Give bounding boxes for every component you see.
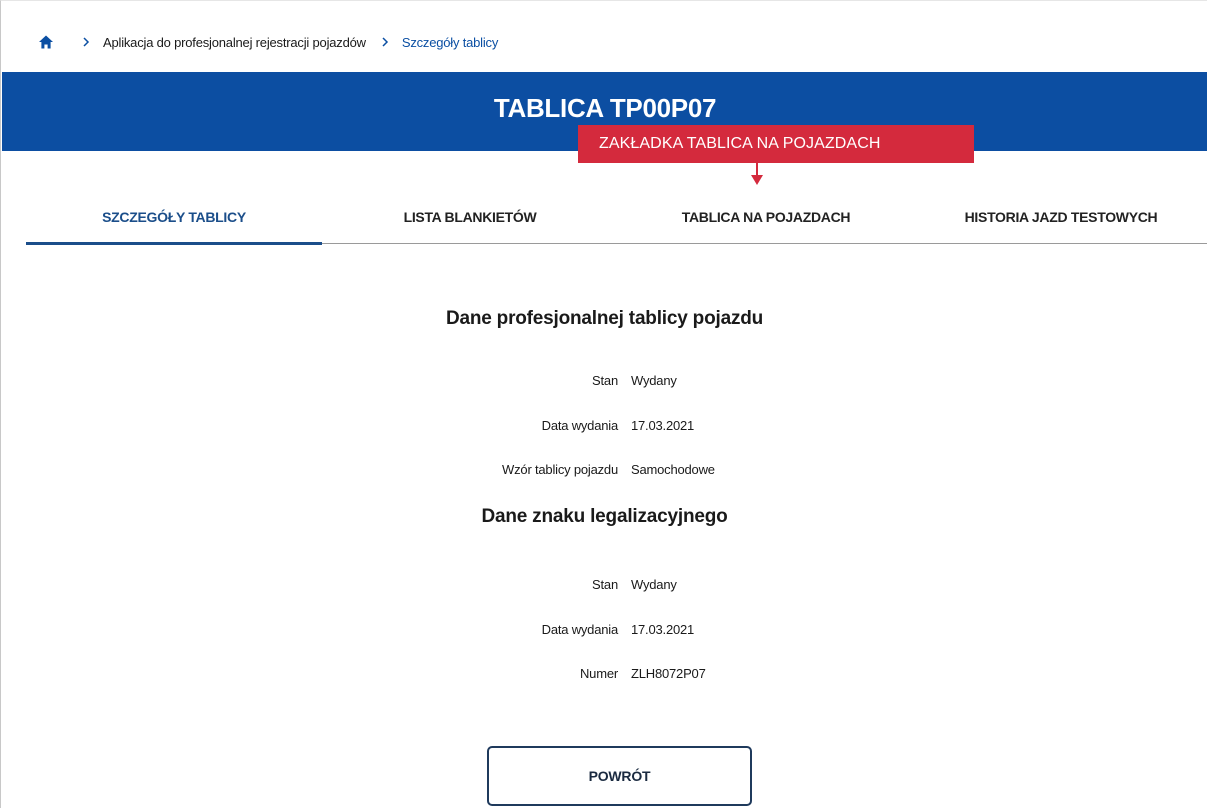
field-label: Stan — [592, 577, 618, 592]
home-icon[interactable] — [37, 33, 55, 51]
field-label: Data wydania — [541, 622, 619, 637]
breadcrumb: Aplikacja do profesjonalnej rejestracji … — [37, 31, 498, 53]
field-label: Numer — [579, 666, 618, 681]
field-value: ZLH8072P07 — [631, 666, 706, 681]
breadcrumb-item-app[interactable]: Aplikacja do profesjonalnej rejestracji … — [103, 35, 366, 50]
field-value: Wydany — [631, 373, 677, 388]
field-label: Stan — [592, 373, 618, 388]
field-value: Samochodowe — [631, 462, 715, 477]
back-button[interactable]: POWRÓT — [487, 746, 752, 806]
sign-section-title: Dane znaku legalizacyjnego — [481, 506, 728, 527]
plate-issue-date-row: Data wydania 17.03.2021 — [1, 418, 1207, 438]
field-label: Data wydania — [541, 418, 619, 433]
page-title: TABLICA TP00P07 — [493, 93, 717, 123]
chevron-right-icon — [380, 37, 390, 47]
breadcrumb-item-current: Szczegóły tablicy — [401, 34, 499, 50]
plate-pattern-row: Wzór tablicy pojazdu Samochodowe — [1, 462, 1207, 482]
field-value: 17.03.2021 — [631, 418, 695, 433]
field-value: Wydany — [631, 577, 677, 592]
page-frame: Aplikacja do profesjonalnej rejestracji … — [0, 0, 1207, 808]
plate-section-title: Dane profesjonalnej tablicy pojazdu — [445, 308, 764, 329]
sign-number-row: Numer ZLH8072P07 — [1, 666, 1207, 686]
sign-status-row: Stan Wydany — [1, 577, 1207, 597]
chevron-right-icon — [81, 37, 91, 47]
tab-plate-on-vehicles[interactable]: TABLICA NA POJAZDACH — [618, 189, 914, 244]
sign-issue-date-row: Data wydania 17.03.2021 — [1, 622, 1207, 642]
annotation-callout: ZAKŁADKA TABLICA NA POJAZDACH — [578, 125, 974, 163]
tab-bar: SZCZEGÓŁY TABLICY LISTA BLANKIETÓW TABLI… — [26, 189, 1207, 245]
tab-test-drive-history[interactable]: HISTORIA JAZD TESTOWYCH — [914, 189, 1207, 244]
plate-status-row: Stan Wydany — [1, 373, 1207, 393]
field-value: 17.03.2021 — [631, 622, 695, 637]
field-label: Wzór tablicy pojazdu — [502, 462, 618, 477]
tab-plate-details[interactable]: SZCZEGÓŁY TABLICY — [26, 189, 322, 245]
annotation-arrow-icon — [751, 175, 763, 185]
tab-blank-list[interactable]: LISTA BLANKIETÓW — [322, 189, 618, 244]
